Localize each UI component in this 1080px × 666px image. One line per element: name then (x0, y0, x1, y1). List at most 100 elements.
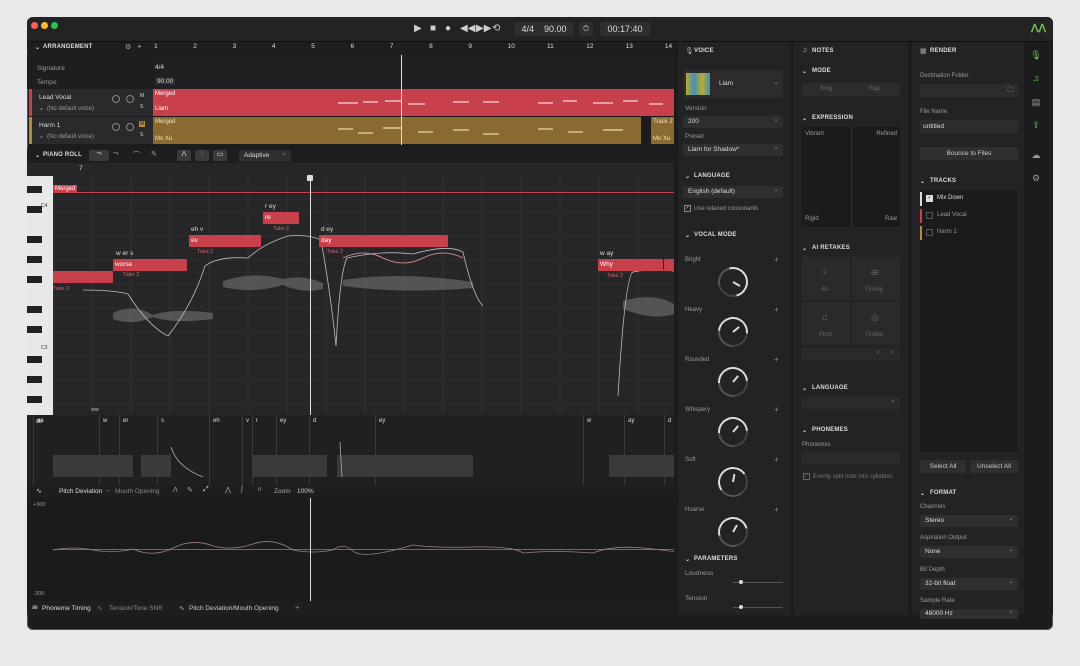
notes-language-dropdown[interactable] (802, 395, 900, 409)
settings-icon[interactable]: ⚙ (125, 43, 131, 51)
vocal-mode-knob[interactable] (711, 360, 755, 404)
unselect-all-button[interactable]: Unselect All (970, 460, 1018, 473)
record-icon[interactable]: ● (445, 23, 451, 35)
pencil-icon[interactable]: ✎ (187, 486, 193, 494)
tension-slider-thumb[interactable] (739, 605, 743, 609)
track-header-harm-1[interactable]: Harm 1 ⚬ (No default voice) M S (29, 117, 153, 144)
note[interactable]: ev (189, 235, 261, 247)
collapse-chevron-icon[interactable]: ⌄ (35, 152, 40, 159)
rewind-icon[interactable]: ◀◀ (460, 23, 475, 35)
metronome-icon[interactable]: ⏱ (579, 22, 593, 36)
phoneme-label[interactable]: ey (280, 418, 286, 424)
phoneme-label[interactable]: d (313, 418, 316, 424)
note[interactable]: re (263, 212, 299, 224)
tab-phoneme-timing[interactable]: Phoneme Timing (42, 605, 91, 612)
gear-icon[interactable]: ⚙ (1030, 173, 1042, 185)
previous-retake-icon[interactable]: ‹ (877, 349, 879, 356)
snap-mode-dropdown[interactable]: Adaptive (239, 148, 291, 162)
render-track-mix-down[interactable]: ✓ Mix Down (920, 192, 1018, 206)
note[interactable] (53, 271, 113, 283)
vocal-mode-knob[interactable] (711, 410, 755, 454)
document-icon[interactable]: ▤ (1030, 97, 1042, 109)
collapse-chevron-icon[interactable]: ⌄ (802, 68, 807, 75)
black-key[interactable] (27, 306, 42, 313)
draw-note-tool-icon[interactable]: ⤳ (113, 150, 119, 158)
checkbox[interactable] (926, 229, 933, 236)
add-vocal-mode-icon[interactable]: + (774, 305, 779, 314)
tab-tension-tone-shift[interactable]: Tension/Tone Shift (109, 605, 162, 612)
add-vocal-mode-icon[interactable]: + (774, 355, 779, 364)
vocal-mode-knob[interactable] (711, 310, 755, 354)
zoom-window-button[interactable] (51, 22, 58, 29)
black-key[interactable] (27, 396, 42, 403)
voice-selector[interactable]: Liam ⌄ (683, 70, 783, 98)
cloud-icon[interactable]: ☁ (1030, 150, 1042, 162)
language-dropdown[interactable]: English (default) (683, 184, 783, 198)
volume-knob[interactable] (112, 123, 120, 131)
channels-dropdown[interactable]: Stereo (920, 513, 1018, 527)
phoneme-label[interactable]: eh (213, 418, 220, 424)
vocal-mode-knob[interactable] (712, 261, 754, 303)
add-tab-icon[interactable]: + (295, 603, 300, 612)
zoom-value[interactable]: 100% (297, 488, 314, 495)
tempo-value[interactable]: 90.00 (155, 78, 176, 85)
pitch-tool-icon[interactable]: ⌒ (133, 150, 140, 160)
loop-icon[interactable]: ⟲ (492, 23, 500, 35)
solo-button[interactable]: S (140, 104, 143, 110)
select-tool-icon[interactable]: ⤳ (89, 150, 109, 161)
collapse-chevron-icon[interactable]: ⌄ (685, 232, 690, 239)
pan-knob[interactable] (126, 123, 134, 131)
bounce-to-files-button[interactable]: Bounce to Files (920, 147, 1018, 160)
play-icon[interactable]: ▶ (414, 23, 422, 35)
phoneme-label[interactable]: w (103, 418, 107, 424)
clip-track-2[interactable]: Track 2 Mo Xu (651, 117, 674, 144)
add-vocal-mode-icon[interactable]: + (774, 505, 779, 514)
volume-knob[interactable] (112, 95, 120, 103)
phoneme-label[interactable]: ay (628, 418, 634, 424)
aspiration-dropdown[interactable]: None (920, 544, 1018, 558)
note[interactable]: worse (113, 259, 187, 271)
export-icon[interactable]: ⇪ (1030, 120, 1042, 132)
black-key[interactable] (27, 256, 42, 263)
add-vocal-mode-icon[interactable]: + (774, 455, 779, 464)
split-syllables-checkbox[interactable]: ✓ (803, 473, 810, 480)
retake-all-button[interactable]: ✧ All (802, 257, 850, 300)
expression-pad[interactable]: Vibrant Refined Rigid Raw (802, 127, 900, 227)
param-pitch-deviation-tab[interactable]: Pitch Deviation (59, 488, 102, 495)
phoneme-label[interactable]: s (161, 418, 164, 424)
render-track-lead-vocal[interactable]: Lead Vocal (920, 209, 1018, 223)
checkbox-checked[interactable]: ✓ (926, 195, 933, 202)
mode-sing-option[interactable]: Sing (820, 86, 832, 92)
phoneme-label[interactable]: aa (37, 418, 44, 424)
retake-timing-button[interactable]: æ Timing (852, 257, 900, 300)
pitch-deviation-editor[interactable]: +300 -300 (27, 498, 674, 601)
note[interactable]: Why (598, 259, 663, 271)
black-key[interactable] (27, 186, 42, 193)
sample-rate-dropdown[interactable]: 48000 Hz (920, 607, 1018, 619)
collapse-chevron-icon[interactable]: ⌄ (802, 385, 807, 392)
select-all-button[interactable]: Select All (920, 460, 966, 473)
collapse-chevron-icon[interactable]: ⌄ (802, 245, 807, 252)
phonemes-input[interactable] (802, 452, 900, 464)
shape-tool-icon[interactable]: ⋀ (225, 486, 231, 494)
add-vocal-mode-icon[interactable]: + (774, 255, 779, 264)
next-retake-icon[interactable]: › (890, 349, 892, 356)
retake-pitch-button[interactable]: ♫ Pitch (802, 302, 850, 345)
clip-lead-vocal[interactable]: Merged Liam (153, 89, 674, 116)
phoneme-label[interactable]: d (668, 418, 671, 424)
playhead[interactable] (310, 176, 311, 415)
collapse-chevron-icon[interactable]: ⌄ (802, 115, 807, 122)
smooth-tool-icon[interactable]: ∩ (257, 486, 262, 493)
grid-toggle-icon[interactable]: ▭ (213, 150, 227, 161)
folder-icon[interactable]: 🗀 (1007, 86, 1014, 97)
close-window-button[interactable] (31, 22, 38, 29)
notes-panel-icon[interactable]: ♫ (1030, 73, 1042, 85)
add-track-icon[interactable]: + (137, 42, 142, 51)
phoneme-boundary[interactable] (33, 415, 34, 485)
black-key[interactable] (27, 376, 42, 383)
pan-knob[interactable] (126, 95, 134, 103)
black-key[interactable] (27, 236, 42, 243)
collapse-chevron-icon[interactable]: ⌄ (920, 490, 925, 497)
black-key[interactable] (27, 206, 42, 213)
phoneme-lane[interactable]: æ aa w er s eh v r ey d ey w ay d (27, 415, 674, 485)
